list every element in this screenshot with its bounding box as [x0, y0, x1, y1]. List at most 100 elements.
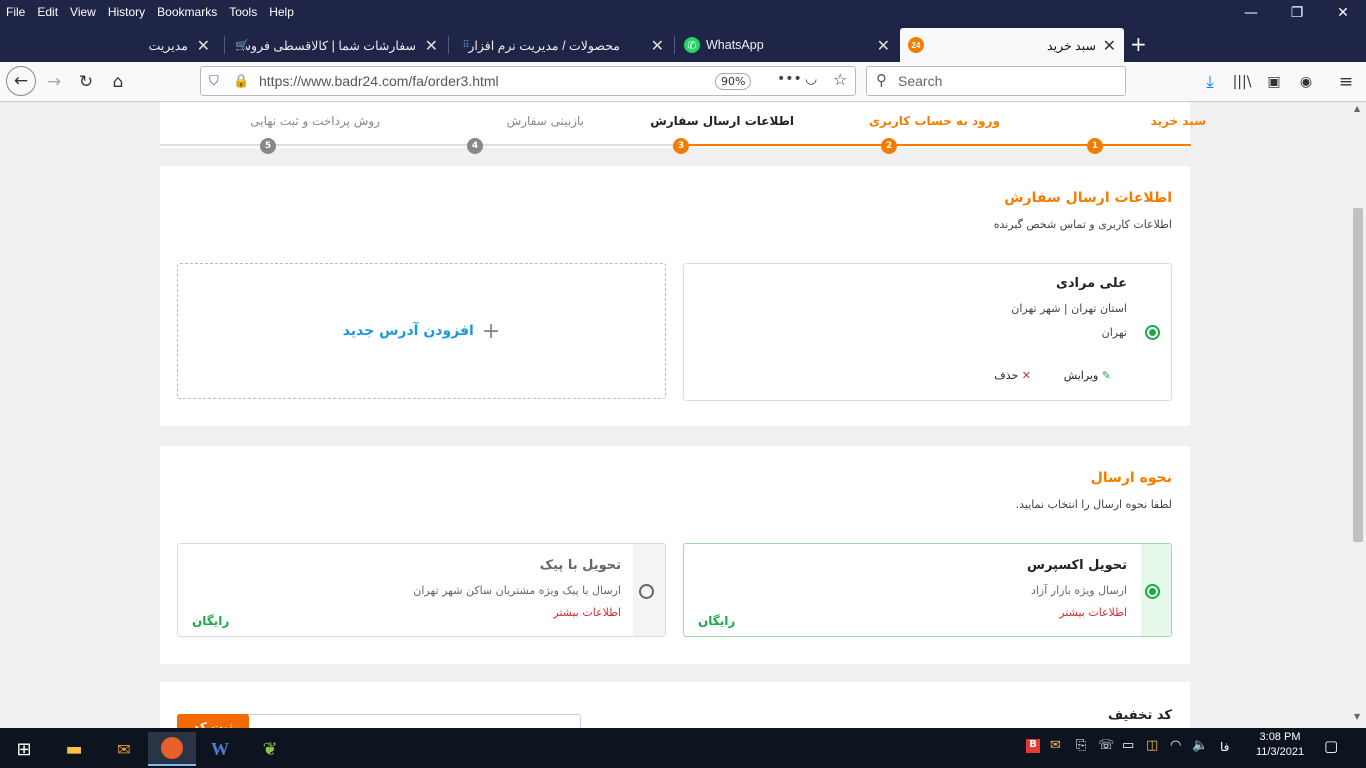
address-radio[interactable]: [1145, 325, 1160, 340]
word-icon[interactable]: W: [196, 732, 244, 766]
downloads-icon[interactable]: ⤓: [1196, 70, 1224, 94]
tab-cart[interactable]: 24 سبد خرید ✕: [900, 28, 1124, 62]
tray-battery-icon[interactable]: ▭: [1122, 738, 1134, 753]
step-payment: روش پرداخت و ثبت نهایی: [250, 114, 380, 128]
add-address-button[interactable]: افزودن آدرس جدید +: [177, 263, 666, 399]
section-title: نحوه ارسال: [1090, 470, 1172, 486]
input-language[interactable]: فا: [1220, 740, 1229, 754]
outlook-icon[interactable]: ✉: [100, 732, 148, 766]
section-title: اطلاعات ارسال سفارش: [1004, 190, 1172, 206]
tab-title: WhatsApp: [706, 38, 764, 52]
search-icon: ⚲: [876, 71, 887, 89]
menu-bookmarks[interactable]: Bookmarks: [151, 5, 223, 19]
step-number: 4: [467, 138, 483, 154]
notifications-icon[interactable]: ▢: [1324, 737, 1338, 755]
close-tab-icon[interactable]: ✕: [197, 36, 210, 56]
url-text[interactable]: https://www.badr24.com/fa/order3.html: [259, 73, 499, 89]
bookmark-star-icon[interactable]: ☆: [833, 70, 847, 89]
sidebar-icon[interactable]: ▣: [1260, 70, 1288, 94]
menu-view[interactable]: View: [64, 5, 102, 19]
submit-discount-button[interactable]: ثبت کد: [177, 714, 249, 728]
delete-address-button[interactable]: ✕ حذف: [994, 369, 1031, 382]
tab-title: سفارشات شما | کالاقسطی فروش: [246, 38, 416, 53]
step-login[interactable]: ورود به حساب کاربری: [780, 114, 1000, 128]
new-tab-button[interactable]: +: [1130, 32, 1147, 56]
checkout-steps: سبد خرید 1 ورود به حساب کاربری 2 اطلاعات…: [160, 102, 1206, 154]
address-card[interactable]: علی مرادی استان تهران | شهر تهران تهران …: [683, 263, 1172, 401]
delivery-method-card: نحوه ارسال لطفا نحوه ارسال را انتخاب نما…: [160, 446, 1190, 664]
delivery-title: تحویل با پیک: [539, 558, 621, 573]
step-cart[interactable]: سبد خرید: [986, 114, 1206, 128]
lock-icon[interactable]: 🔒: [233, 74, 249, 89]
scrollbar-thumb[interactable]: [1353, 208, 1363, 542]
shipping-info-card: اطلاعات ارسال سفارش اطلاعات کاربری و تما…: [160, 166, 1190, 426]
more-info-link[interactable]: اطلاعات بیشتر: [1059, 606, 1127, 619]
plus-icon: +: [481, 318, 501, 344]
back-button[interactable]: ←: [6, 66, 36, 96]
whatsapp-icon: ✆: [684, 37, 700, 53]
search-input[interactable]: ⚲ Search: [866, 66, 1126, 96]
home-button[interactable]: ⌂: [104, 70, 132, 94]
page-actions-icon[interactable]: •••: [777, 71, 802, 87]
more-info-link[interactable]: اطلاعات بیشتر: [553, 606, 621, 619]
volume-icon[interactable]: 🔈: [1192, 738, 1208, 753]
search-placeholder: Search: [898, 73, 943, 89]
close-tab-icon[interactable]: ✕: [877, 36, 890, 56]
menu-edit[interactable]: Edit: [31, 5, 64, 19]
file-explorer-icon[interactable]: ▬: [50, 732, 98, 766]
tray-app-icon[interactable]: B: [1026, 739, 1040, 753]
menu-file[interactable]: File: [0, 5, 31, 19]
edit-address-button[interactable]: ✎ ویرایش: [1064, 369, 1111, 382]
delivery-option-courier[interactable]: تحویل با پیک ارسال با پیک ویژه مشتریان س…: [177, 543, 666, 637]
url-bar[interactable]: ⛉ 🔒 https://www.badr24.com/fa/order3.htm…: [200, 66, 856, 96]
reload-button[interactable]: ↻: [72, 70, 100, 94]
discount-title: کد تخفیف: [1108, 708, 1172, 723]
menu-tools[interactable]: Tools: [223, 5, 263, 19]
delivery-desc: ارسال با پیک ویژه مشتریان ساکن شهر تهران: [413, 584, 621, 597]
close-window-button[interactable]: ✕: [1320, 0, 1366, 26]
zoom-level[interactable]: 90%: [715, 73, 752, 90]
menu-help[interactable]: Help: [263, 5, 300, 19]
delivery-desc: ارسال ویژه بازار آزاد: [1030, 584, 1127, 597]
tab-title: مدیریت: [148, 38, 188, 53]
restore-button[interactable]: ❐: [1274, 0, 1320, 26]
tab-products[interactable]: ⠿ محصولات / مدیریت نرم افزار ✕: [450, 28, 672, 62]
window-controls: — ❐ ✕: [1228, 0, 1366, 26]
minimize-button[interactable]: —: [1228, 0, 1274, 26]
clock-date: 11/3/2021: [1255, 746, 1305, 758]
clock[interactable]: 3:08 PM 11/3/2021: [1250, 731, 1310, 758]
library-icon[interactable]: |||\: [1228, 70, 1256, 94]
close-tab-icon[interactable]: ✕: [651, 36, 664, 56]
delivery-radio[interactable]: [1145, 584, 1160, 599]
tab-whatsapp[interactable]: ✆ WhatsApp ✕: [676, 28, 898, 62]
menu-bar: File Edit View History Bookmarks Tools H…: [0, 0, 1366, 24]
tab-admin[interactable]: مدیریت ✕: [0, 28, 218, 62]
close-tab-icon[interactable]: ✕: [425, 36, 438, 56]
page-scrollbar[interactable]: ▲ ▼: [1350, 102, 1366, 728]
tab-orders[interactable]: 🛒 سفارشات شما | کالاقسطی فروش ✕: [226, 28, 446, 62]
account-icon[interactable]: ◉: [1292, 70, 1320, 94]
address-city: تهران: [1101, 326, 1127, 339]
pencil-icon: ✎: [1101, 369, 1111, 382]
forward-button[interactable]: →: [40, 70, 68, 94]
tray-warning-icon[interactable]: ◫: [1146, 738, 1158, 753]
shield-icon[interactable]: ⛉: [209, 74, 219, 89]
windows-start-icon[interactable]: ⊞: [0, 732, 48, 766]
tab-title: محصولات / مدیریت نرم افزار: [468, 38, 620, 53]
tray-network-icon[interactable]: ☏: [1098, 738, 1114, 753]
delete-x-icon: ✕: [1021, 369, 1031, 382]
wifi-icon[interactable]: ◠: [1170, 738, 1181, 753]
close-tab-icon[interactable]: ✕: [1103, 36, 1116, 56]
section-subtitle: اطلاعات کاربری و تماس شخص گیرنده: [993, 218, 1172, 231]
leaf-app-icon[interactable]: ❦: [246, 732, 294, 766]
badr24-logo-icon: 24: [908, 37, 924, 53]
delivery-radio[interactable]: [639, 584, 654, 599]
pocket-icon[interactable]: ◡: [805, 71, 817, 87]
menu-history[interactable]: History: [102, 5, 151, 19]
firefox-icon[interactable]: [148, 732, 196, 766]
step-number: 2: [881, 138, 897, 154]
tray-mail-icon[interactable]: ✉: [1050, 738, 1061, 753]
hamburger-menu-icon[interactable]: ≡: [1332, 70, 1360, 94]
tray-usb-icon[interactable]: ⎘: [1076, 738, 1086, 753]
delivery-option-express[interactable]: تحویل اکسپرس ارسال ویژه بازار آزاد اطلاع…: [683, 543, 1172, 637]
